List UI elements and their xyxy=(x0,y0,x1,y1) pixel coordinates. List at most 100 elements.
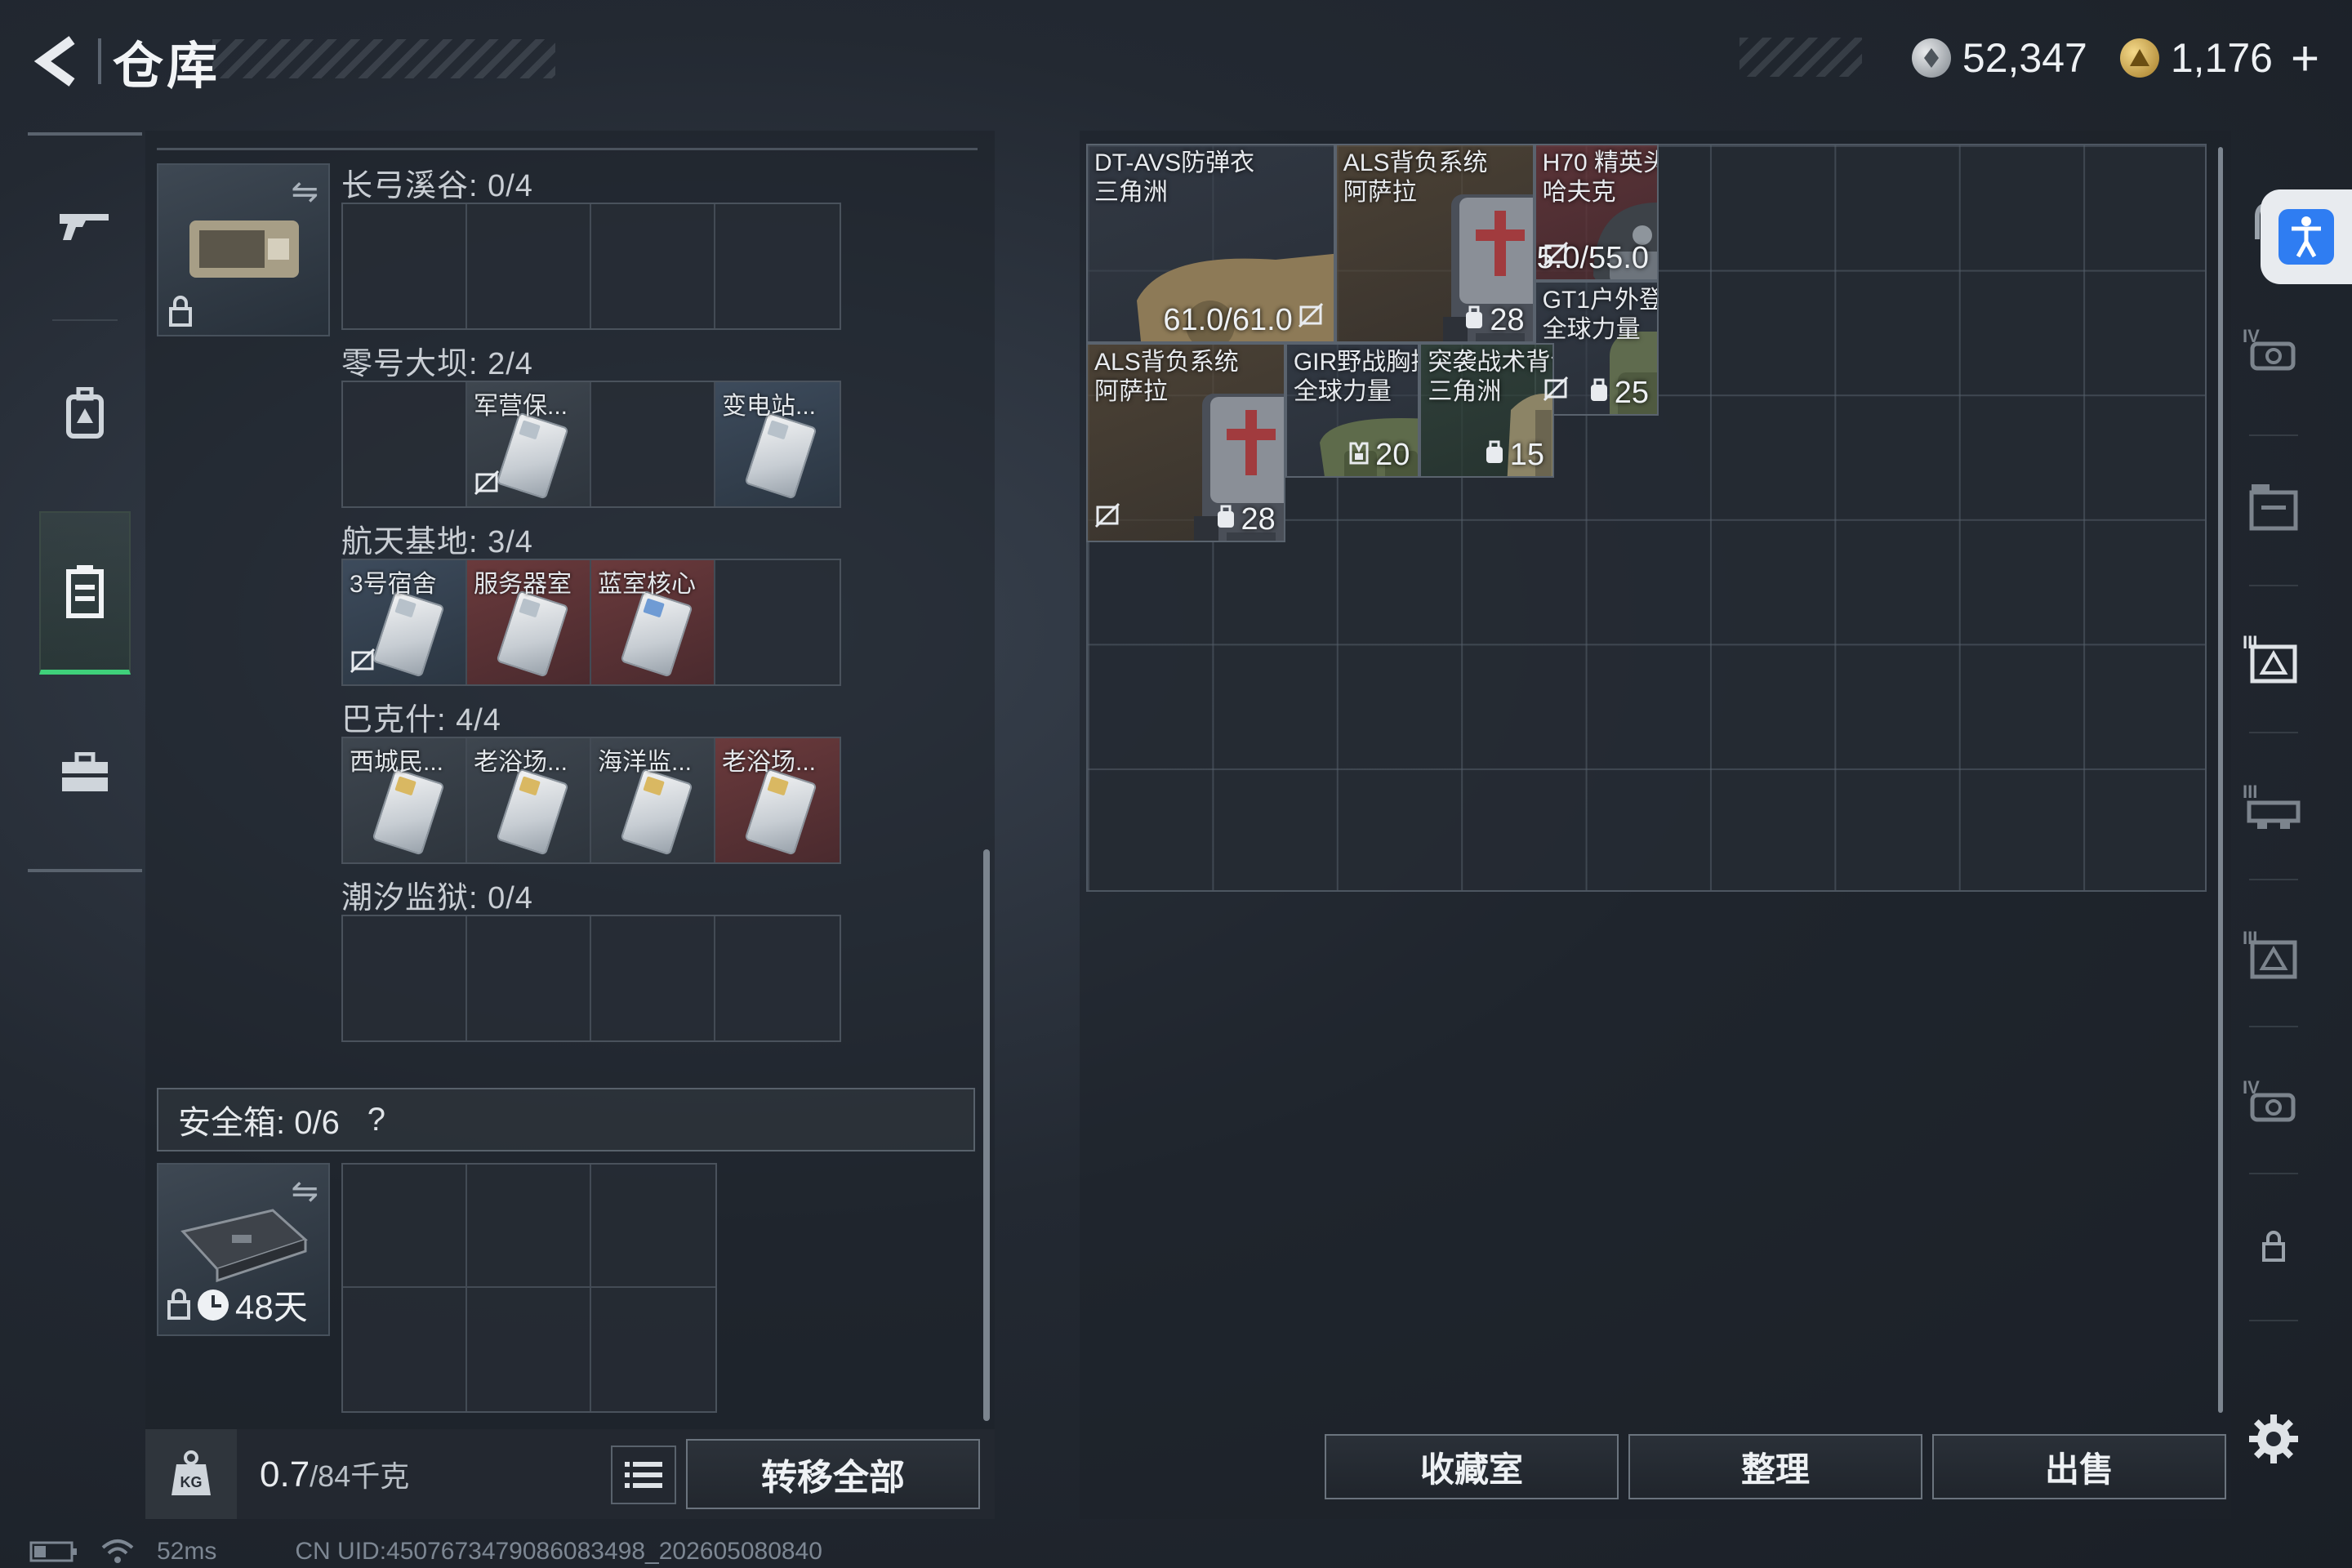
safebox-timer-text: 48天 xyxy=(235,1288,308,1326)
keycard-icon xyxy=(620,768,693,856)
item-stat-value: 28 xyxy=(1241,502,1276,537)
key-slot-filled[interactable]: 老浴场... xyxy=(467,738,591,862)
lock-icon xyxy=(2262,1231,2285,1262)
accessibility-button[interactable] xyxy=(2261,189,2352,284)
add-currency-button[interactable]: + xyxy=(2291,30,2319,87)
svg-text:III: III xyxy=(2243,928,2257,948)
collection-room-button[interactable]: 收藏室 xyxy=(1325,1434,1619,1499)
key-slot-grid xyxy=(341,203,841,330)
header: 仓库 xyxy=(24,24,220,98)
accessibility-icon xyxy=(2278,209,2334,265)
nav-weapons[interactable] xyxy=(28,144,142,307)
key-slot-filled[interactable]: 军营保... xyxy=(467,382,591,506)
key-slot-empty[interactable] xyxy=(467,204,591,328)
key-slot-empty[interactable] xyxy=(343,382,467,506)
category-vest-iii[interactable]: III xyxy=(2236,745,2311,867)
key-slot-empty[interactable] xyxy=(715,560,840,684)
key-slot-filled[interactable]: 西城民... xyxy=(343,738,467,862)
item-stat: 61.0/61.0 xyxy=(1163,302,1325,338)
silver-currency-value: 52,347 xyxy=(1962,35,2087,81)
category-container[interactable] xyxy=(2236,446,2311,568)
key-case-card[interactable]: ⇋ xyxy=(157,163,330,336)
safebox-card[interactable]: ⇋ 48天 xyxy=(157,1163,330,1336)
weight-current: 0.7 xyxy=(260,1454,310,1494)
category-armor-iv-b[interactable]: IV xyxy=(2236,1039,2311,1161)
stash-item[interactable]: DT-AVS防弹衣 三角洲 61.0/61.0 xyxy=(1086,144,1335,344)
item-faction: 三角洲 xyxy=(1428,378,1502,406)
item-stat: 28 xyxy=(1463,303,1525,338)
key-slot-grid xyxy=(341,915,841,1042)
item-name-line1: GT1户外登山包 xyxy=(1542,286,1659,314)
weight-max: /84千克 xyxy=(310,1459,410,1493)
capacity-icon xyxy=(1588,376,1610,411)
category-armor-iv[interactable]: IV xyxy=(2236,287,2311,410)
category-helmet-iii[interactable]: III xyxy=(2236,596,2311,719)
nav-backpack[interactable] xyxy=(28,332,142,495)
key-slot-filled[interactable]: 蓝室核心 xyxy=(591,560,715,684)
key-slot-grid: 西城民... 老浴场... 海洋监... 老浴场... xyxy=(341,737,841,864)
stash-item[interactable]: GIR野战胸挂全球力量 20 xyxy=(1285,343,1420,478)
key-slot-filled[interactable]: 服务器室 xyxy=(467,560,591,684)
list-view-button[interactable] xyxy=(611,1446,676,1504)
key-slot-grid: 军营保... 变电站... xyxy=(341,381,841,508)
key-slot-filled[interactable]: 老浴场... xyxy=(715,738,840,862)
item-name: ALS背负系统 阿萨拉 xyxy=(1094,348,1239,407)
nav-toolbox[interactable] xyxy=(28,691,142,854)
item-stat-value: 25 xyxy=(1614,375,1650,410)
weapons-icon xyxy=(60,214,109,240)
key-slot-empty[interactable] xyxy=(591,382,715,506)
stash-scrollbar[interactable] xyxy=(2218,147,2223,1413)
silver-coin-icon xyxy=(1911,38,1951,78)
safebox-help-button[interactable]: ? xyxy=(356,1099,397,1140)
armor-iii-icon: III xyxy=(2243,928,2297,979)
swap-icon[interactable]: ⇋ xyxy=(291,1173,318,1210)
key-name: 老浴场... xyxy=(722,749,817,776)
left-scrollbar[interactable] xyxy=(983,849,990,1421)
svg-text:KG: KG xyxy=(180,1474,203,1490)
category-locked[interactable] xyxy=(2236,1186,2311,1308)
back-button[interactable] xyxy=(24,29,90,94)
item-name: 突袭战术背包三角洲 xyxy=(1428,348,1552,407)
key-slot-filled[interactable]: 3号宿舍 xyxy=(343,560,467,684)
item-name: GIR野战胸挂全球力量 xyxy=(1293,348,1419,407)
settings-button[interactable] xyxy=(2241,1406,2306,1472)
container-icon xyxy=(2249,484,2298,531)
key-section-label: 巴克什: 4/4 xyxy=(341,703,501,737)
list-icon xyxy=(625,1462,662,1488)
key-slot-filled[interactable]: 海洋监... xyxy=(591,738,715,862)
svg-text:III: III xyxy=(2243,632,2257,653)
sell-button[interactable]: 出售 xyxy=(1932,1434,2226,1499)
key-slot-empty[interactable] xyxy=(591,916,715,1040)
safebox-grid[interactable] xyxy=(341,1163,717,1413)
key-slot-empty[interactable] xyxy=(591,204,715,328)
armor-iv-icon: IV xyxy=(2243,326,2296,371)
swap-icon[interactable]: ⇋ xyxy=(291,173,318,211)
currency-stripes-decoration xyxy=(1740,38,1862,77)
capacity-icon xyxy=(1215,502,1236,537)
key-slot-empty[interactable] xyxy=(715,204,840,328)
stash-item[interactable]: ALS背负系统 阿萨拉 28 xyxy=(1334,144,1535,344)
category-armor-iii[interactable]: III xyxy=(2236,892,2311,1014)
organize-button[interactable]: 整理 xyxy=(1628,1434,1922,1499)
stash-item[interactable]: H70 精英头盔哈夫克55.0/55.0 xyxy=(1534,144,1659,281)
key-slot-filled[interactable]: 变电站... xyxy=(715,382,840,506)
transfer-all-button[interactable]: 转移全部 xyxy=(686,1439,980,1509)
key-slot-empty[interactable] xyxy=(467,916,591,1040)
key-section-label: 长弓溪谷: 0/4 xyxy=(341,169,533,203)
stash-item[interactable]: ALS背负系统 阿萨拉 28 xyxy=(1086,343,1285,543)
capacity-icon xyxy=(1484,438,1505,473)
item-faction: 全球力量 xyxy=(1293,378,1392,406)
stash-item[interactable]: 突袭战术背包三角洲 15 xyxy=(1419,343,1554,478)
key-slot-empty[interactable] xyxy=(343,204,467,328)
nav-storage[interactable] xyxy=(39,511,131,675)
item-name-line1: H70 精英头盔 xyxy=(1542,149,1657,176)
back-arrow-icon xyxy=(33,36,75,87)
item-name-line1: ALS背负系统 xyxy=(1343,149,1488,176)
storage-icon xyxy=(66,565,104,618)
key-slot-empty[interactable] xyxy=(715,916,840,1040)
clock-icon xyxy=(198,1289,229,1321)
no-insurance-icon xyxy=(350,648,377,679)
key-slot-empty[interactable] xyxy=(343,916,467,1040)
key-case-image xyxy=(189,220,299,278)
status-bar: 52ms CN UID:4507673479086083498_20260508… xyxy=(29,1535,822,1568)
